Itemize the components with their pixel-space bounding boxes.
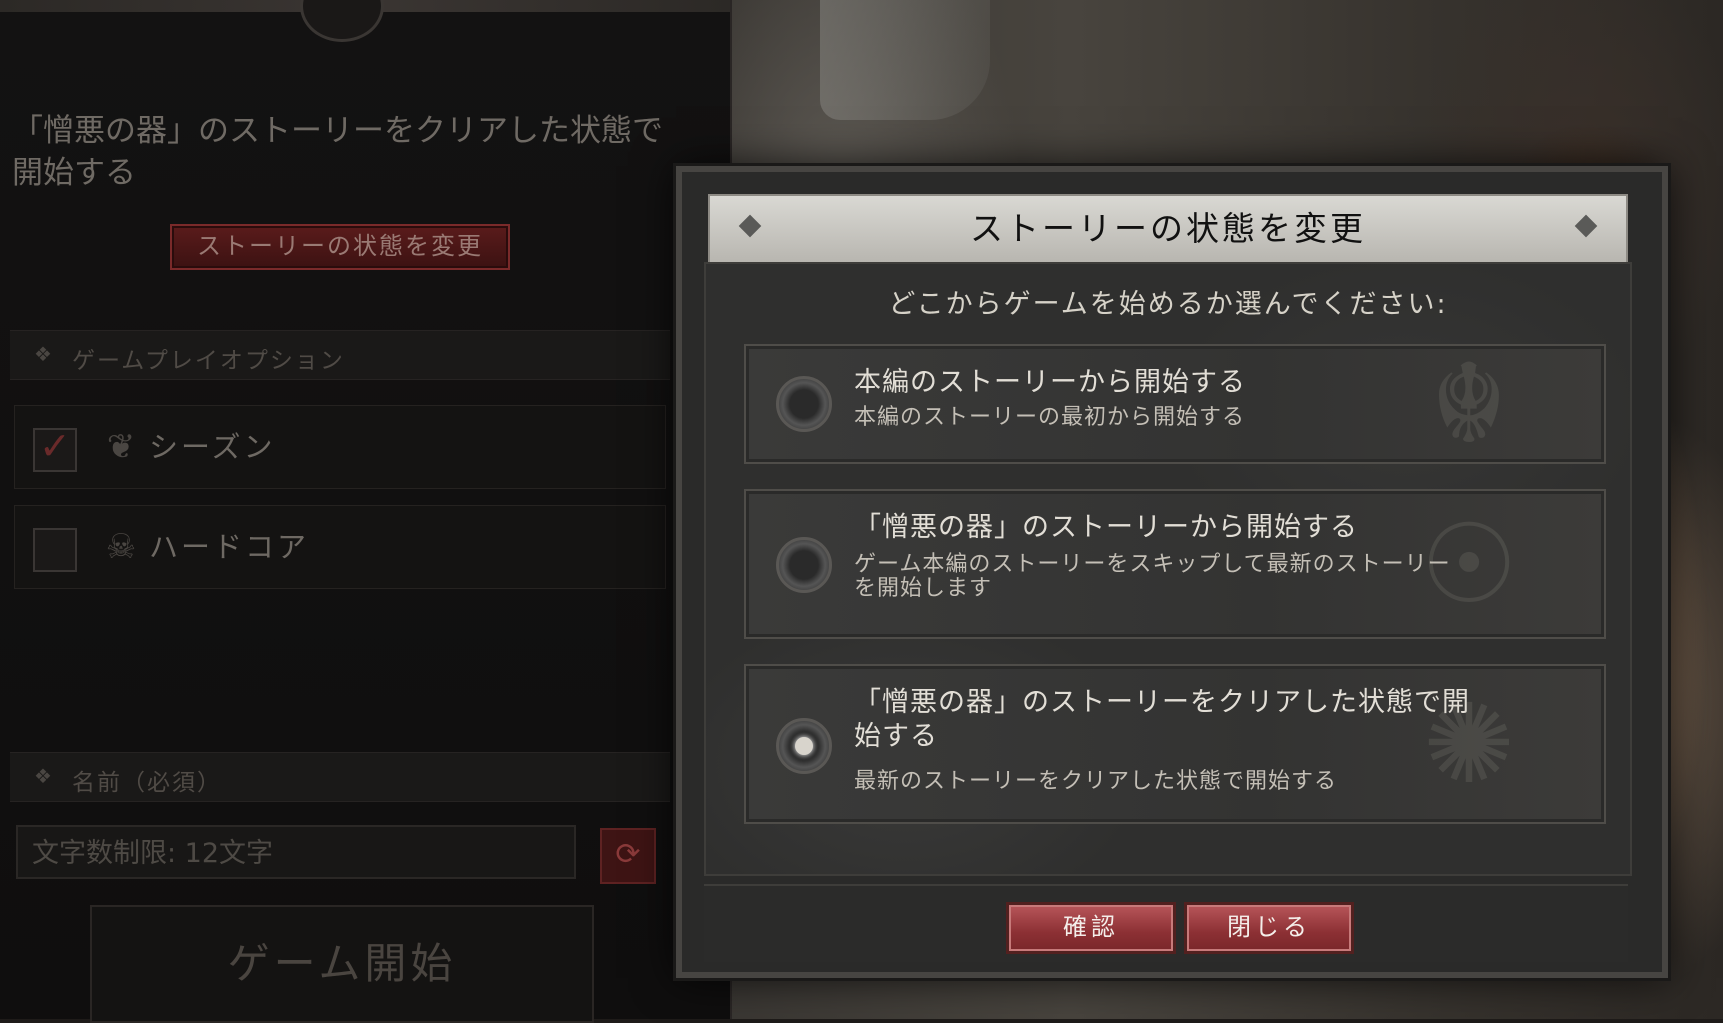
season-label: シーズン (149, 430, 276, 464)
modal-title-bar: ストーリーの状態を変更 (708, 194, 1628, 264)
name-header-label: 名前（必須） (72, 770, 222, 796)
confirm-button[interactable]: 確認 (1006, 902, 1176, 954)
character-creation-panel: 「憎悪の器」のストーリーをクリアした状態で開始する ストーリーの状態を変更 ❖ … (0, 0, 732, 1023)
choice-subtitle: 最新のストーリーをクリアした状態で開始する (854, 769, 1338, 794)
refresh-icon: ⟳ (615, 837, 641, 872)
name-input[interactable]: 文字数制限: 12文字 (16, 825, 576, 879)
hardcore-label: ハードコア (149, 530, 310, 564)
story-state-modal: ストーリーの状態を変更 どこからゲームを始めるか選んでください: 本編のストーリ… (676, 166, 1668, 978)
story-state-description: 「憎悪の器」のストーリーをクリアした状態で開始する (12, 113, 663, 191)
name-header: ❖ 名前（必須） (10, 752, 670, 802)
choice-title: 「憎悪の器」のストーリーから開始する (854, 512, 1358, 543)
choice-expansion-cleared[interactable]: 「憎悪の器」のストーリーをクリアした状態で開始する 最新のストーリーをクリアした… (744, 664, 1606, 824)
random-name-button[interactable]: ⟳ (600, 828, 656, 884)
mask-art-icon: ☉ (1419, 500, 1519, 628)
radio-selected-dot (795, 737, 813, 755)
hardcore-checkbox[interactable] (33, 528, 77, 572)
modal-body: どこからゲームを始めるか選んでください: 本編のストーリーから開始する 本編のス… (704, 262, 1632, 876)
diamond-icon: ❖ (34, 342, 52, 366)
choice-expansion-story[interactable]: 「憎悪の器」のストーリーから開始する ゲーム本編のストーリーをスキップして最新の… (744, 489, 1606, 639)
modal-prompt: どこからゲームを始めるか選んでください: (888, 289, 1448, 320)
close-button[interactable]: 閉じる (1184, 902, 1354, 954)
hooded-skull-icon: ☠ (105, 527, 137, 567)
start-game-button[interactable]: ゲーム開始 (90, 905, 594, 1023)
radio-expansion-story[interactable] (776, 537, 832, 593)
change-story-button[interactable]: ストーリーの状態を変更 (170, 224, 510, 270)
modal-title: ストーリーの状態を変更 (970, 209, 1366, 248)
background-beam (820, 0, 990, 120)
checkmark-icon: ✓ (39, 424, 71, 468)
gameplay-options-label: ゲームプレイオプション (72, 348, 345, 374)
option-hardcore[interactable]: ☠ ハードコア (14, 505, 666, 589)
radio-expansion-cleared[interactable] (776, 718, 832, 774)
option-season[interactable]: ✓ ❦ シーズン (14, 405, 666, 489)
panel-ornament-icon (300, 0, 384, 42)
leaf-icon: ❦ (106, 427, 136, 467)
diamond-icon: ❖ (34, 764, 52, 788)
season-checkbox[interactable]: ✓ (33, 424, 77, 472)
wolf-art-icon: ✺ (1422, 680, 1516, 808)
gameplay-options-header: ❖ ゲームプレイオプション (10, 330, 670, 380)
demon-art-icon: ☬ (1429, 340, 1509, 468)
choice-title: 本編のストーリーから開始する (854, 367, 1246, 398)
choice-main-story[interactable]: 本編のストーリーから開始する 本編のストーリーの最初から開始する ☬ (744, 344, 1606, 464)
choice-subtitle: 本編のストーリーの最初から開始する (854, 405, 1246, 430)
modal-footer: 確認 閉じる (704, 884, 1628, 962)
radio-main-story[interactable] (776, 376, 832, 432)
